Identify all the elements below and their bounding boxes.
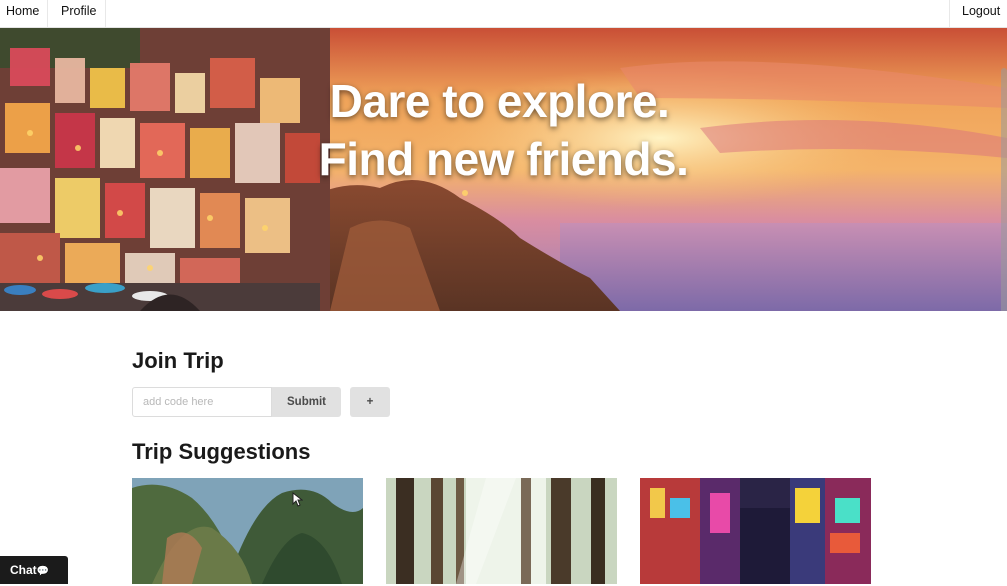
page-scrollbar[interactable]: [1001, 68, 1007, 311]
nav-logout-link[interactable]: Logout: [949, 0, 1007, 27]
chat-button[interactable]: Chat💬: [0, 556, 68, 584]
hero-headline-line1: Dare to explore.: [329, 75, 670, 127]
chat-label: Chat: [10, 563, 37, 577]
trip-code-input[interactable]: [132, 387, 272, 417]
chat-bubble-icon: 💬: [36, 566, 50, 577]
top-nav: Home Profile Logout: [0, 0, 1007, 28]
submit-button[interactable]: Submit: [272, 387, 341, 417]
hero-banner: Dare to explore. Find new friends.: [0, 28, 1007, 311]
trip-suggestions-heading: Trip Suggestions: [132, 439, 311, 464]
trip-suggestion-card[interactable]: [132, 478, 363, 584]
join-trip-heading: Join Trip: [132, 348, 224, 373]
suggestion-image-mountains: [132, 478, 363, 584]
mouse-cursor-icon: [292, 492, 303, 507]
suggestion-image-forest: [386, 478, 617, 584]
hero-headline-line2: Find new friends.: [318, 133, 689, 185]
nav-home-link[interactable]: Home: [0, 0, 48, 27]
add-trip-button[interactable]: +: [350, 387, 390, 417]
trip-suggestion-card[interactable]: [640, 478, 871, 584]
nav-profile-link[interactable]: Profile: [48, 0, 106, 27]
suggestion-image-city-night: [640, 478, 871, 584]
trip-suggestion-card[interactable]: [386, 478, 617, 584]
